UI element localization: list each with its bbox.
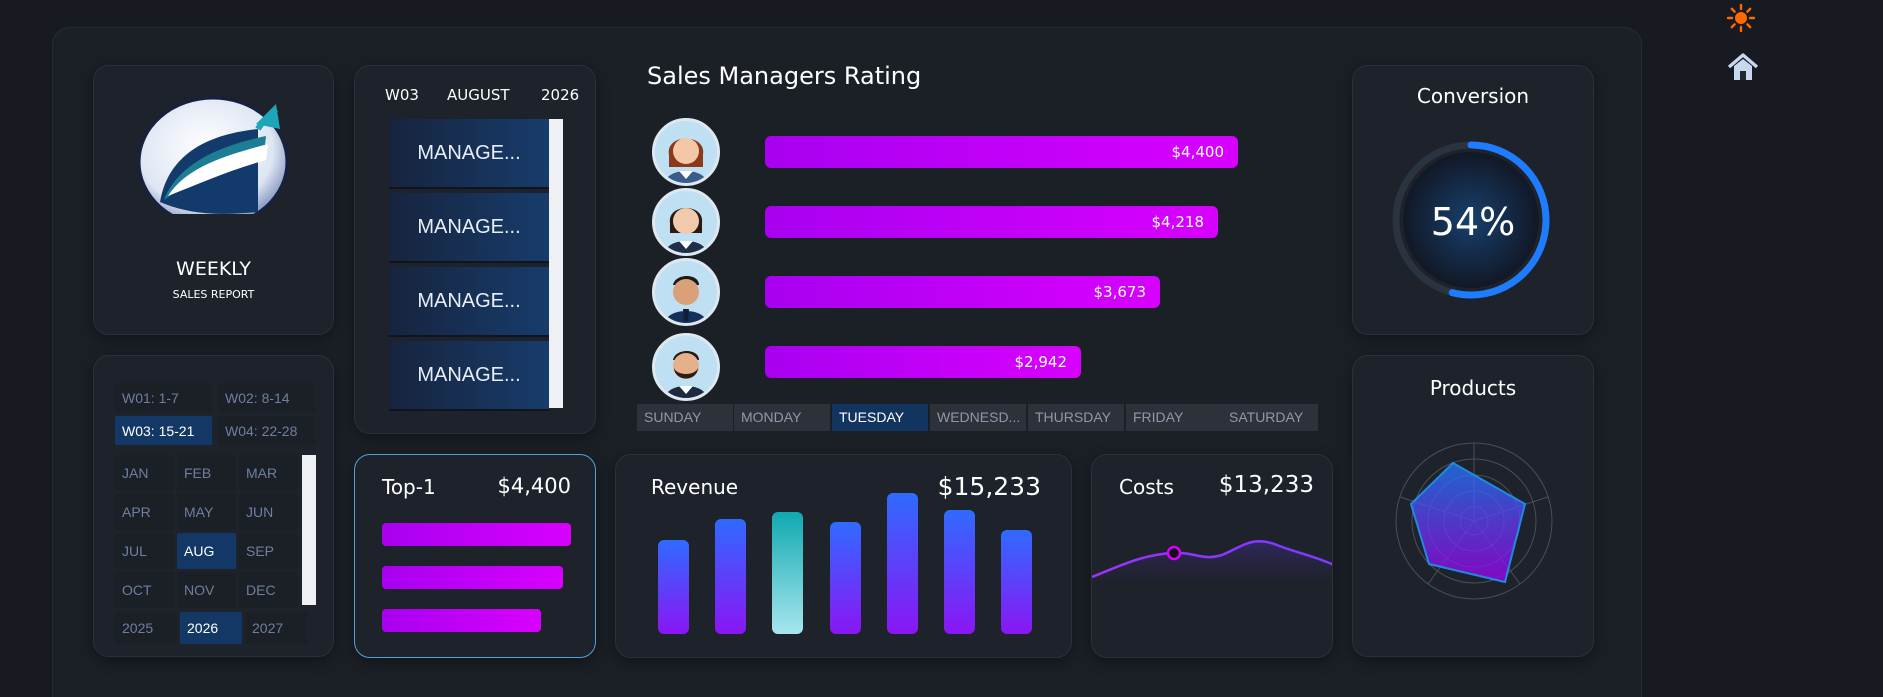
month-slicer-item[interactable]: JAN [115, 455, 174, 491]
day-slicer-item[interactable]: MONDAY [734, 404, 830, 431]
conversion-label: Conversion [1416, 84, 1530, 108]
top1-bar [382, 566, 563, 589]
month-slicer-item[interactable]: JUL [115, 533, 174, 569]
report-logo [137, 84, 293, 228]
costs-label: Costs [1119, 475, 1174, 499]
month-slicer-item[interactable]: MAY [177, 494, 236, 530]
top1-bar [382, 523, 571, 546]
rating-bar: $4,400 [765, 136, 1238, 168]
manager-avatar [652, 188, 720, 256]
revenue-bar [1001, 530, 1032, 634]
revenue-value: $15,233 [937, 472, 1041, 501]
year-slicer-item[interactable]: 2025 [115, 612, 177, 644]
month-slicer-item-selected[interactable]: AUG [177, 533, 236, 569]
manager-list-card: W03 AUGUST 2026 MANAGE... MANAGE... MANA… [354, 65, 596, 434]
week-slicer-item[interactable]: W02: 8-14 [218, 383, 315, 412]
revenue-card: Revenue $15,233 [615, 454, 1072, 658]
rating-bar: $3,673 [765, 276, 1160, 308]
week-slicer-item-selected[interactable]: W03: 15-21 [115, 416, 212, 445]
revenue-bar [715, 519, 746, 634]
selected-week: W03 [385, 86, 419, 104]
top1-label: Top-1 [382, 475, 436, 499]
month-slicer-scrollbar[interactable] [302, 455, 316, 605]
revenue-bar [830, 522, 861, 634]
products-radar-chart [1395, 442, 1553, 600]
products-card: Products [1352, 355, 1594, 657]
revenue-bar [658, 540, 689, 634]
manager-avatar [652, 258, 720, 326]
week-slicer-item[interactable]: W01: 1-7 [115, 383, 212, 412]
day-slicer-item[interactable]: WEDNESD... [930, 404, 1026, 431]
manager-avatar [652, 118, 720, 186]
week-slicer-item[interactable]: W04: 22-28 [218, 416, 315, 445]
costs-card: Costs $13,233 [1091, 454, 1333, 658]
costs-sparkline [1092, 540, 1332, 595]
manager-list-scrollbar[interactable] [549, 119, 563, 408]
year-slicer-item[interactable]: 2027 [245, 612, 307, 644]
day-slicer-item[interactable]: SATURDAY [1222, 404, 1318, 431]
month-slicer-item[interactable]: DEC [239, 572, 298, 608]
report-logo-card: WEEKLY SALES REPORT [93, 65, 334, 335]
rating-title: Sales Managers Rating [647, 62, 922, 90]
month-slicer-item[interactable]: JUN [239, 494, 298, 530]
month-slicer-item[interactable]: APR [115, 494, 174, 530]
selected-month: AUGUST [447, 86, 510, 104]
home-icon[interactable] [1726, 52, 1760, 82]
revenue-bar [944, 510, 975, 634]
day-slicer-item[interactable]: THURSDAY [1028, 404, 1124, 431]
month-slicer-item[interactable]: FEB [177, 455, 236, 491]
revenue-bar [887, 493, 918, 634]
conversion-card: Conversion 54% [1352, 65, 1594, 335]
rating-bar: $2,942 [765, 346, 1081, 378]
report-subtitle: SALES REPORT [172, 288, 255, 301]
month-slicer-item[interactable]: SEP [239, 533, 298, 569]
manager-avatar [652, 333, 720, 401]
top1-bar [382, 609, 541, 632]
manager-slicer-item[interactable]: MANAGE... [389, 267, 549, 337]
costs-value: $13,233 [1218, 472, 1314, 498]
sun-icon[interactable] [1726, 3, 1756, 33]
day-slicer-item-selected[interactable]: TUESDAY [832, 404, 928, 431]
top1-card: Top-1 $4,400 [354, 454, 596, 658]
manager-slicer-item[interactable]: MANAGE... [389, 341, 549, 411]
selected-year: 2026 [541, 86, 580, 104]
manager-slicer-item[interactable]: MANAGE... [389, 193, 549, 263]
year-slicer-item-selected[interactable]: 2026 [180, 612, 242, 644]
revenue-label: Revenue [651, 475, 739, 499]
day-slicer-item[interactable]: SUNDAY [637, 404, 733, 431]
rating-bar: $4,218 [765, 206, 1218, 238]
month-slicer-item[interactable]: MAR [239, 455, 298, 491]
products-label: Products [1429, 376, 1517, 400]
manager-slicer-item[interactable]: MANAGE... [389, 119, 549, 189]
month-slicer-item[interactable]: OCT [115, 572, 174, 608]
report-title: WEEKLY [176, 258, 251, 280]
conversion-value: 54% [1430, 200, 1516, 244]
filter-slicer-card: W01: 1-7 W02: 8-14 W03: 15-21 W04: 22-28… [93, 355, 334, 657]
revenue-bar [772, 512, 803, 634]
top1-value: $4,400 [497, 474, 571, 498]
day-slicer-item[interactable]: FRIDAY [1126, 404, 1222, 431]
month-slicer-item[interactable]: NOV [177, 572, 236, 608]
